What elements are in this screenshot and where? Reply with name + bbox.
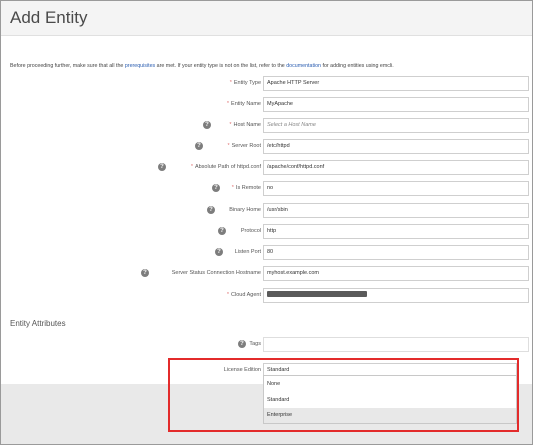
field-row-server-root: ? * Server Root /etc/httpd <box>1 139 532 155</box>
intro-text: Before proceeding further, make sure tha… <box>10 63 394 69</box>
is-remote-field[interactable]: no <box>263 181 529 196</box>
field-label: Server Status Connection Hostname <box>171 270 261 276</box>
field-label: * Absolute Path of httpd.conf <box>190 164 261 170</box>
highlight-box <box>168 358 519 432</box>
page-title: Add Entity <box>10 8 88 27</box>
required-marker: * <box>226 101 230 107</box>
info-icon[interactable]: ? <box>158 163 166 171</box>
documentation-link[interactable]: documentation <box>286 63 321 69</box>
info-icon[interactable]: ? <box>141 269 149 277</box>
binary-home-field[interactable]: /usr/sbin <box>263 203 529 218</box>
host-name-field[interactable]: Select a Host Name <box>263 118 529 133</box>
info-icon[interactable]: ? <box>212 184 220 192</box>
required-marker: * <box>190 164 193 170</box>
entity-attributes-heading: Entity Attributes <box>10 319 66 328</box>
field-row-cloud-agent: * Cloud Agent <box>1 288 532 304</box>
field-row-tags: ? Tags <box>1 337 532 353</box>
server-root-field[interactable]: /etc/httpd <box>263 139 529 154</box>
field-label: * Host Name <box>229 122 261 128</box>
field-row-entity-type: * Entity Type Apache HTTP Server <box>1 76 532 92</box>
intro-before: Before proceeding further, make sure tha… <box>10 63 124 69</box>
required-marker: * <box>226 292 230 298</box>
field-row-httpd-conf: ? * Absolute Path of httpd.conf /apache/c… <box>1 160 532 176</box>
field-label: * Server Root <box>227 143 262 149</box>
info-icon[interactable]: ? <box>203 121 211 129</box>
cloud-agent-field[interactable] <box>263 288 529 303</box>
intro-middle: are met. If your entity type is not on t… <box>156 63 285 69</box>
info-icon[interactable]: ? <box>238 340 246 348</box>
info-icon[interactable]: ? <box>195 142 203 150</box>
field-row-entity-name: * Entity Name MyApache <box>1 97 532 113</box>
info-icon[interactable]: ? <box>218 227 226 235</box>
entity-type-field[interactable]: Apache HTTP Server <box>263 76 529 91</box>
add-entity-page: Add Entity Before proceeding further, ma… <box>0 0 533 445</box>
intro-after: for adding entities using emcli. <box>322 63 394 69</box>
prerequisites-link[interactable]: prerequisites <box>125 63 155 69</box>
field-row-protocol: ? Protocol http <box>1 224 532 240</box>
field-label: * Is Remote <box>231 185 261 191</box>
field-row-binary-home: ? Binary Home /usr/sbin <box>1 203 532 219</box>
field-row-listen-port: ? Listen Port 80 <box>1 245 532 261</box>
field-label: Protocol <box>240 228 261 234</box>
status-hostname-field[interactable]: myhost.example.com <box>263 266 529 281</box>
field-label: * Entity Type <box>229 80 261 86</box>
listen-port-field[interactable]: 80 <box>263 245 529 260</box>
info-icon[interactable]: ? <box>207 206 215 214</box>
field-row-status-hostname: ? Server Status Connection Hostname myho… <box>1 266 532 282</box>
field-row-host-name: ? * Host Name Select a Host Name <box>1 118 532 134</box>
required-marker: * <box>227 143 230 149</box>
protocol-field[interactable]: http <box>263 224 529 239</box>
title-bar: Add Entity <box>1 1 532 36</box>
required-marker: * <box>229 80 232 86</box>
required-marker: * <box>229 122 232 128</box>
field-label: Listen Port <box>234 249 261 255</box>
httpd-conf-path-field[interactable]: /apache/conf/httpd.conf <box>263 160 529 175</box>
redacted-value <box>267 291 367 298</box>
tags-field[interactable] <box>263 337 529 352</box>
field-label: Tags <box>249 341 261 347</box>
info-icon[interactable]: ? <box>215 248 223 256</box>
field-label: * Cloud Agent <box>226 292 261 298</box>
entity-name-field[interactable]: MyApache <box>263 97 529 112</box>
field-label: * Entity Name <box>226 101 261 107</box>
field-row-is-remote: ? * Is Remote no <box>1 181 532 197</box>
field-label: Binary Home <box>229 207 261 213</box>
required-marker: * <box>231 185 234 191</box>
